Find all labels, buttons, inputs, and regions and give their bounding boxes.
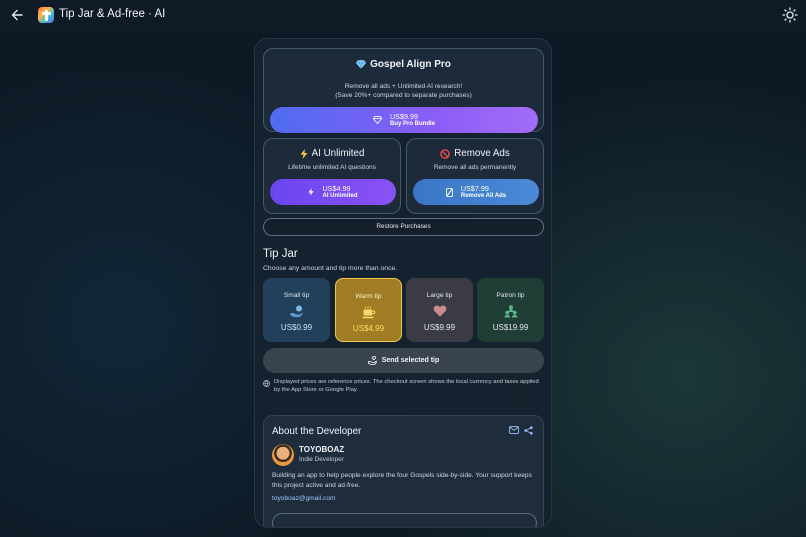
- remove-ads-price: US$7.99: [460, 183, 489, 193]
- remove-ads-title-text: Remove Ads: [454, 148, 510, 159]
- heart-icon: [433, 305, 446, 317]
- globe-icon: [263, 380, 270, 387]
- theme-toggle-button[interactable]: [782, 7, 798, 23]
- ai-unlimited-card: AI Unlimited Lifetime unlimited AI quest…: [263, 138, 401, 214]
- diamond-icon: [356, 60, 367, 69]
- send-selected-tip-button[interactable]: Send selected tip: [263, 348, 544, 373]
- ad-block-icon: [446, 187, 453, 197]
- about-action-button[interactable]: [272, 513, 537, 527]
- buy-pro-bundle-button[interactable]: US$9.99 Buy Pro Bundle: [270, 107, 538, 133]
- tip-name: Large tip: [426, 292, 453, 299]
- arrow-left-icon: [11, 9, 23, 21]
- price-notice-text: Displayed prices are reference prices. T…: [274, 379, 539, 393]
- tip-jar-title: Tip Jar: [263, 248, 298, 260]
- ai-unlimited-button-label: AI Unlimited: [322, 192, 358, 199]
- tip-option-warm[interactable]: Warm tip US$4.99: [335, 278, 402, 342]
- restore-purchases-button[interactable]: Restore Purchases: [263, 218, 544, 236]
- send-tip-label: Send selected tip: [381, 357, 440, 364]
- remove-ads-button-label: Remove All Ads: [460, 192, 507, 199]
- about-developer-card: About the Developer TOYOBOAZ Indie Devel…: [263, 415, 544, 527]
- ai-unlimited-title-text: AI Unlimited: [311, 148, 365, 159]
- developer-name: TOYOBOAZ: [299, 445, 345, 454]
- lightning-icon: [308, 188, 315, 196]
- tip-option-large[interactable]: Large tip US$9.99: [406, 278, 473, 342]
- buy-remove-ads-button[interactable]: US$7.99 Remove All Ads: [413, 179, 539, 205]
- price-notice: Displayed prices are reference prices. T…: [263, 379, 544, 395]
- developer-email-link[interactable]: toyoboaz@gmail.com: [272, 495, 336, 502]
- remove-ads-card: Remove Ads Remove all ads permanently US…: [406, 138, 544, 214]
- about-title: About the Developer: [272, 426, 362, 437]
- hand-coin-icon: [290, 305, 302, 317]
- pro-savings-note: (Save 20%+ compared to separate purchase…: [335, 92, 472, 99]
- tip-name: Patron tip: [496, 292, 525, 299]
- tip-price: US$19.99: [492, 323, 529, 332]
- page-title: Tip Jar & Ad-free · AI: [59, 8, 166, 20]
- developer-description: Building an app to help people explore t…: [272, 472, 532, 489]
- tip-jar-subtitle: Choose any amount and tip more than once…: [263, 265, 398, 272]
- ai-unlimited-subtitle: Lifetime unlimited AI questions: [288, 164, 376, 171]
- app-logo-icon: [38, 7, 54, 23]
- coffee-icon: [362, 306, 375, 319]
- tip-option-small[interactable]: Small tip US$0.99: [263, 278, 330, 342]
- back-button[interactable]: [8, 6, 26, 24]
- pro-title: Gospel Align Pro: [264, 59, 543, 70]
- tip-price: US$9.99: [423, 323, 456, 332]
- tip-name: Small tip: [283, 292, 310, 299]
- tip-name: Warm tip: [355, 293, 382, 300]
- ai-unlimited-title: AI Unlimited: [264, 148, 400, 159]
- people-icon: [504, 305, 517, 318]
- tip-price: US$0.99: [280, 323, 313, 332]
- ai-unlimited-price: US$4.99: [322, 183, 351, 193]
- prohibited-icon: [440, 148, 450, 159]
- tip-option-patron[interactable]: Patron tip US$19.99: [477, 278, 544, 342]
- pro-subtitle: Remove all ads + Unlimited AI research!: [344, 83, 463, 90]
- hand-heart-icon: [367, 356, 377, 365]
- share-icon[interactable]: [524, 426, 533, 435]
- buy-ai-unlimited-button[interactable]: US$4.99 AI Unlimited: [270, 179, 396, 205]
- pro-title-text: Gospel Align Pro: [370, 59, 451, 70]
- avatar: [272, 444, 294, 466]
- mail-icon[interactable]: [509, 426, 519, 434]
- developer-role: Indie Developer: [299, 456, 344, 463]
- remove-ads-title: Remove Ads: [407, 148, 543, 159]
- pro-bundle-card: Gospel Align Pro Remove all ads + Unlimi…: [263, 48, 544, 133]
- pro-price: US$9.99: [389, 111, 418, 121]
- lightning-icon: [300, 148, 308, 159]
- pro-button-label: Buy Pro Bundle: [389, 120, 435, 127]
- top-app-bar: Tip Jar & Ad-free · AI: [0, 0, 806, 30]
- sun-icon: [782, 7, 798, 23]
- remove-ads-subtitle: Remove all ads permanently: [433, 164, 517, 171]
- tip-price: US$4.99: [352, 324, 385, 333]
- diamond-icon: [372, 116, 382, 124]
- purchase-panel: Gospel Align Pro Remove all ads + Unlimi…: [254, 38, 552, 528]
